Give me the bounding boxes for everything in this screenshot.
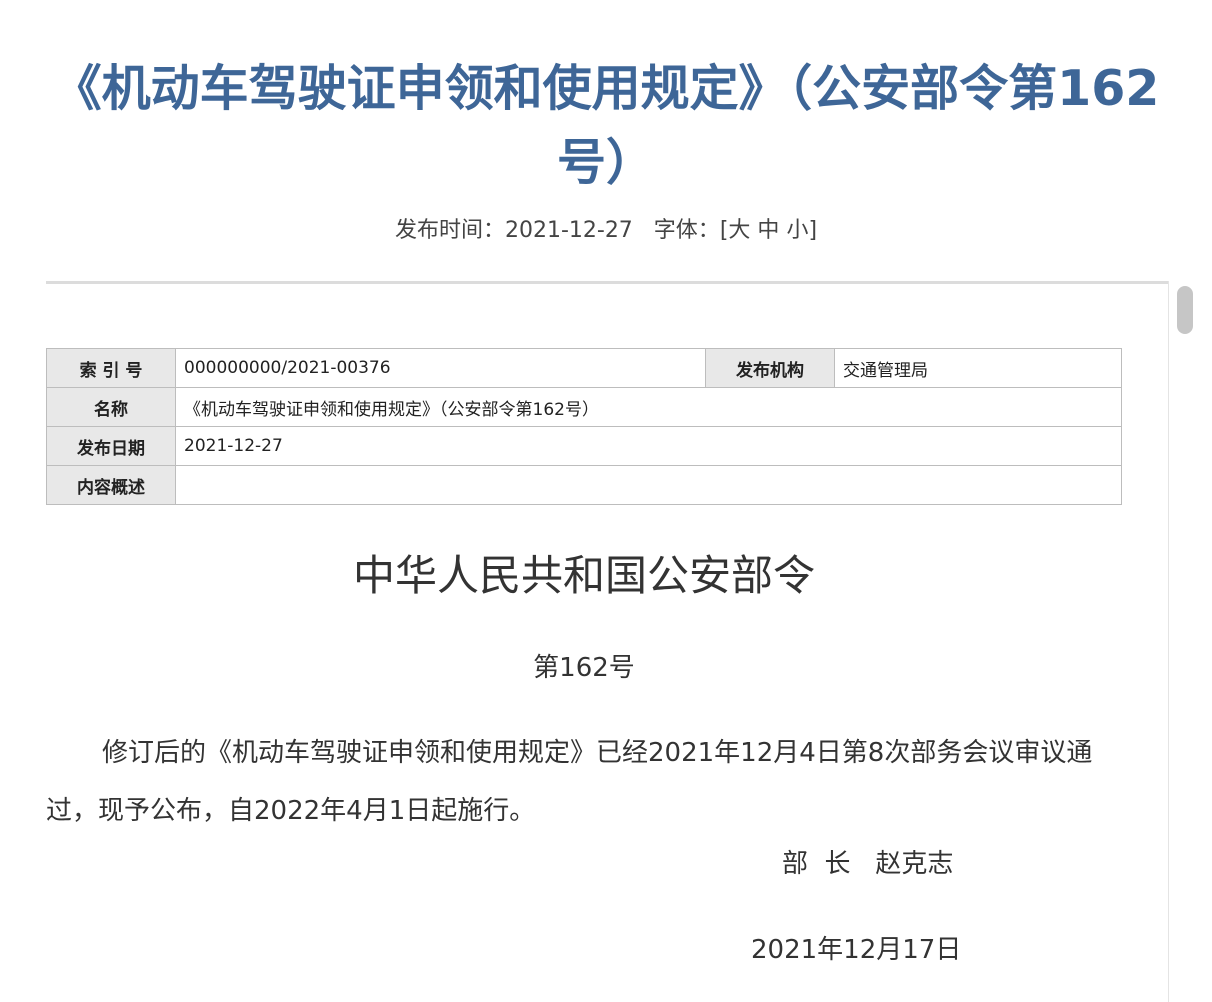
publish-time-value: 2021-12-27 xyxy=(504,218,633,243)
signature-title: 部 长 xyxy=(782,849,851,879)
font-size-label: 字体： xyxy=(653,218,720,243)
table-row: 内容概述 xyxy=(46,465,1122,505)
header-divider xyxy=(46,281,1168,284)
publish-date-label: 发布日期 xyxy=(46,426,176,466)
table-row: 名称 《机动车驾驶证申领和使用规定》（公安部令第162号） xyxy=(46,387,1122,427)
index-number-label: 索 引 号 xyxy=(46,348,176,388)
order-number: 第162号 xyxy=(533,653,635,683)
signature-name: 赵克志 xyxy=(875,849,954,879)
summary-value xyxy=(175,465,1122,505)
publish-time-label: 发布时间： xyxy=(394,218,505,243)
font-bracket-close: ] xyxy=(808,218,818,243)
font-size-medium-link[interactable]: 中 xyxy=(757,218,779,243)
font-size-small-link[interactable]: 小 xyxy=(786,218,808,243)
publishing-agency-label: 发布机构 xyxy=(705,348,835,388)
order-body-text: 修订后的《机动车驾驶证申领和使用规定》已经2021年12月4日第8次部务会议审议… xyxy=(46,738,1093,826)
name-label: 名称 xyxy=(46,387,176,427)
publishing-agency-value: 交通管理局 xyxy=(834,348,1122,388)
publish-meta: 发布时间：2021-12-27 字体：[大 中 小] xyxy=(0,214,1212,248)
content-edge xyxy=(1168,281,1169,1002)
table-row: 索 引 号 000000000/2021-00376 发布机构 交通管理局 xyxy=(46,348,1122,388)
scrollbar-track[interactable] xyxy=(1172,281,1198,1002)
name-value: 《机动车驾驶证申领和使用规定》（公安部令第162号） xyxy=(175,387,1122,427)
index-number-value: 000000000/2021-00376 xyxy=(175,348,706,388)
publish-date-value: 2021-12-27 xyxy=(175,426,1122,466)
scrollbar-thumb[interactable] xyxy=(1177,286,1193,334)
signing-date: 2021年12月17日 xyxy=(751,935,962,965)
summary-label: 内容概述 xyxy=(46,465,176,505)
document-info-table: 索 引 号 000000000/2021-00376 发布机构 交通管理局 名称… xyxy=(46,348,1122,505)
signature: 部 长 赵克志 xyxy=(782,844,953,884)
order-heading: 中华人民共和国公安部令 xyxy=(352,551,815,600)
font-size-large-link[interactable]: 大 xyxy=(728,218,750,243)
table-row: 发布日期 2021-12-27 xyxy=(46,426,1122,466)
page-title: 《机动车驾驶证申领和使用规定》（公安部令第162号） xyxy=(52,60,1160,191)
